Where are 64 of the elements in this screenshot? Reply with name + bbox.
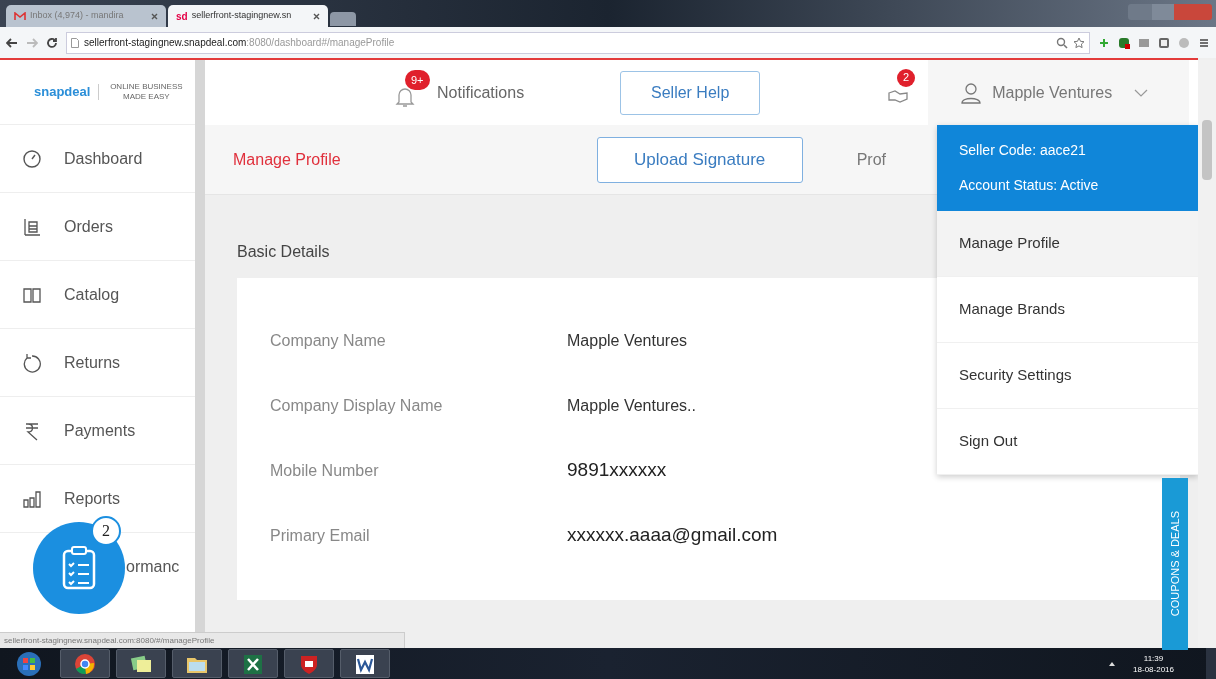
url-text: sellerfront-stagingnew.snapdeal.com:8080/dashboard#/manageProfile	[84, 36, 395, 50]
account-menu-button[interactable]: Mapple Ventures	[928, 60, 1190, 125]
field-value: Mapple Ventures	[567, 330, 688, 351]
field-label: Mobile Number	[270, 460, 380, 481]
user-icon	[960, 81, 983, 104]
notification-badge: 9+	[405, 69, 430, 90]
address-field[interactable]: sellerfront-stagingnew.snapdeal.com:8080/dashboard#/manageProfile	[66, 31, 1090, 54]
close-icon[interactable]	[151, 12, 158, 20]
menu-item[interactable]: Security Settings	[937, 343, 1198, 409]
field-value: Mapple Ventures..	[567, 395, 696, 416]
close-icon[interactable]	[313, 12, 320, 20]
star-icon	[1073, 36, 1085, 49]
gauge-icon	[22, 148, 42, 169]
extension-icon[interactable]	[1118, 36, 1130, 49]
field-label: Primary Email	[270, 525, 371, 546]
menu-item[interactable]: Manage Brands	[937, 277, 1198, 343]
plus-icon[interactable]	[1098, 36, 1110, 49]
account-status: Account Status: Active	[959, 176, 1100, 195]
sidebar-item[interactable]: Dashboard	[64, 146, 143, 171]
menu-item[interactable]: Manage Profile	[937, 211, 1198, 277]
sidebar-item[interactable]: Catalog	[64, 282, 120, 307]
upload-signature-button[interactable]: Upload Signature	[596, 136, 803, 183]
site-logo-icon: sd	[176, 8, 188, 24]
chevron-down-icon	[1134, 88, 1149, 97]
zoom-icon	[1056, 36, 1068, 49]
field-label: Company Name	[270, 330, 387, 351]
tab-title: sellerfront-stagingnew.sn	[191, 9, 292, 23]
reload-icon[interactable]	[46, 36, 58, 49]
seller-code: Seller Code: aace21	[959, 141, 1087, 160]
extension-icon[interactable]	[1158, 36, 1170, 49]
account-name: Mapple Ventures	[992, 82, 1113, 103]
profile-tab[interactable]: Prof	[856, 147, 886, 172]
menu-item[interactable]: Sign Out	[937, 409, 1198, 475]
field-value: 9891xxxxxx	[567, 458, 667, 483]
tab-title: Inbox (4,974) - mandira	[30, 9, 124, 23]
clock[interactable]: 11:39 18-08-2016	[1133, 652, 1174, 675]
status-url: sellerfront-stagingnew.snapdeal.com:8080/#/manageProfile	[4, 634, 215, 647]
extension-icon[interactable]	[1138, 36, 1150, 49]
sidebar-item[interactable]: Payments	[64, 418, 136, 443]
checklist-icon	[62, 546, 96, 590]
sidebar-item[interactable]: Reports	[64, 486, 121, 511]
brand-logo: snapdeal	[34, 83, 91, 102]
sidebar-item[interactable]: ormanc	[126, 555, 180, 579]
start-button[interactable]	[15, 650, 43, 677]
page-icon	[71, 37, 79, 48]
section-title: Basic Details	[237, 242, 330, 262]
field-value: xxxxxx.aaaa@gmail.com	[567, 523, 778, 548]
seller-help-button[interactable]: Seller Help	[620, 70, 761, 115]
tagline: ONLINE BUSINESS MADE EASY	[109, 82, 184, 102]
list-icon	[22, 216, 42, 237]
mail-icon	[14, 11, 26, 21]
back-icon[interactable]	[6, 37, 18, 48]
menu-icon[interactable]	[1198, 36, 1210, 49]
page-title: Manage Profile	[233, 149, 341, 170]
deals-badge: 2	[897, 68, 916, 87]
sidebar-item[interactable]: Returns	[64, 350, 121, 375]
bar-chart-icon	[22, 488, 42, 509]
sidebar-item[interactable]: Orders	[64, 214, 113, 239]
browser-tab[interactable]: sd sellerfront-stagingnew.sn	[168, 5, 328, 27]
bell-icon[interactable]	[395, 85, 415, 108]
tray-arrow-icon[interactable]	[1109, 661, 1116, 666]
undo-icon	[22, 352, 42, 373]
notifications-link[interactable]: Notifications	[437, 80, 525, 105]
field-label: Company Display Name	[270, 395, 444, 416]
